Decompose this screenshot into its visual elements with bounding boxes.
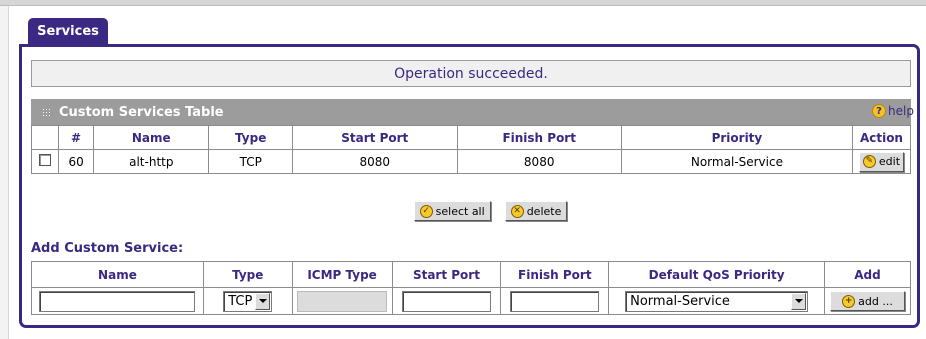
add-header-add: Add: [824, 261, 911, 288]
left-frame-edge: [0, 6, 9, 339]
add-custom-service-table: Name Type ICMP Type Start Port Finish Po…: [31, 261, 911, 315]
row-start-port: 8080: [292, 149, 458, 174]
status-message: Operation succeeded.: [31, 60, 911, 87]
add-service-header-row: Name Type ICMP Type Start Port Finish Po…: [31, 261, 911, 288]
column-header-name: Name: [93, 125, 210, 150]
qos-priority-select-value: Normal-Service: [630, 293, 730, 309]
dropdown-arrow-icon[interactable]: [791, 292, 807, 310]
delete-button[interactable]: ✕ delete: [504, 201, 568, 221]
edit-button[interactable]: ✎ edit: [858, 151, 905, 172]
add-header-type: Type: [202, 261, 293, 288]
type-select[interactable]: TCP: [223, 290, 273, 312]
delete-label: delete: [526, 204, 562, 218]
add-button-label: add ...: [858, 294, 893, 308]
edit-icon: ✎: [862, 155, 876, 168]
add-custom-service-title: Add Custom Service:: [31, 241, 184, 256]
select-all-label: select all: [435, 204, 485, 218]
help-icon: ?: [872, 104, 887, 118]
help-label: help: [888, 104, 914, 118]
add-icon: +: [842, 294, 856, 308]
add-header-qos-priority: Default QoS Priority: [608, 261, 826, 288]
custom-services-table-title: Custom Services Table: [59, 104, 224, 120]
tab-services[interactable]: Services: [28, 18, 108, 44]
icmp-type-input: [297, 290, 388, 312]
edit-button-label: edit: [878, 155, 901, 168]
start-port-input[interactable]: [401, 290, 491, 312]
add-service-input-row: TCP Normal-Service + add ...: [31, 287, 911, 315]
add-header-name: Name: [31, 261, 204, 288]
select-column-header: [31, 125, 59, 150]
row-finish-port: 8080: [456, 149, 622, 174]
column-header-number: #: [57, 125, 95, 150]
custom-services-header-row: # Name Type Start Port Finish Port Prior…: [31, 125, 912, 150]
add-button[interactable]: + add ...: [830, 291, 905, 311]
add-header-icmp-type: ICMP Type: [291, 261, 393, 288]
help-link[interactable]: ? help: [872, 104, 914, 118]
row-priority: Normal-Service: [620, 149, 853, 174]
grip-icon: [42, 107, 51, 117]
row-number: 60: [57, 149, 95, 174]
qos-priority-select[interactable]: Normal-Service: [625, 290, 809, 312]
services-panel: Operation succeeded. Custom Services Tab…: [19, 44, 920, 328]
add-header-finish-port: Finish Port: [500, 261, 610, 288]
column-header-priority: Priority: [620, 125, 853, 150]
finish-port-input[interactable]: [510, 290, 600, 312]
column-header-start-port: Start Port: [292, 125, 458, 150]
delete-icon: ✕: [510, 204, 524, 218]
table-action-buttons: ✓ select all ✕ delete: [22, 201, 917, 221]
column-header-type: Type: [208, 125, 294, 150]
row-type: TCP: [208, 149, 294, 174]
name-input[interactable]: [39, 290, 196, 312]
column-header-action: Action: [851, 125, 912, 150]
table-row: 60 alt-http TCP 8080 8080 Normal-Service…: [31, 149, 912, 174]
top-border: [0, 0, 926, 6]
row-name: alt-http: [93, 149, 210, 174]
custom-services-table-header: Custom Services Table ? help: [31, 99, 914, 125]
column-header-finish-port: Finish Port: [456, 125, 622, 150]
row-select-checkbox[interactable]: [38, 154, 51, 166]
check-icon: ✓: [419, 204, 433, 218]
add-header-start-port: Start Port: [391, 261, 502, 288]
type-select-value: TCP: [228, 293, 253, 309]
select-all-button[interactable]: ✓ select all: [413, 201, 491, 221]
dropdown-arrow-icon[interactable]: [255, 292, 271, 310]
custom-services-table: # Name Type Start Port Finish Port Prior…: [31, 125, 912, 174]
